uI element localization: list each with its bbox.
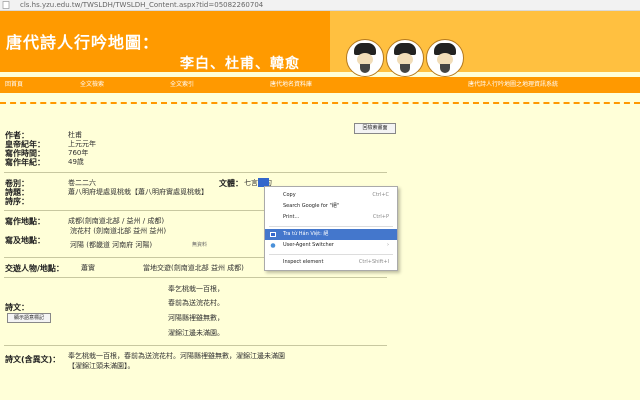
volume-label: 卷別： [5, 179, 29, 188]
preface-label: 詩序： [5, 197, 29, 206]
portrait-han-yu [426, 39, 464, 77]
back-to-search-button[interactable]: 回檢索畫面 [354, 123, 396, 134]
site-banner: 唐代詩人行吟地圖： 李白、杜甫、韓愈 [0, 11, 640, 77]
menu-item-inspect-element[interactable]: Inspect element Ctrl+Shift+I [265, 257, 397, 268]
poem-line: 濯錦江邊未滿園。 [168, 329, 224, 337]
separator [4, 277, 387, 278]
banner-subtitle: 李白、杜甫、韓愈 [180, 56, 300, 72]
menu-item-han-viet[interactable]: Tra từ Hán Việt: 絕 [265, 229, 397, 240]
writing-place-value[interactable]: 成都(劍南道北部 / 益州 / 成都) [68, 217, 164, 226]
poem-line: 春前為送浣花村。 [168, 299, 224, 307]
author-label: 作者： [5, 131, 29, 140]
fulltext-label: 詩文(含異文)： [5, 355, 61, 364]
poem-line: 奉乞桃栽一百根， [168, 285, 224, 293]
mentioned-place-2[interactable]: 河陽 (都畿道 河南府 河陽) [70, 241, 152, 250]
title-label: 詩題： [5, 188, 29, 197]
main-nav: 回首頁 全文檢索 全文索引 唐代地名資料庫 唐代詩人行吟地圖之地理資訊系統 [0, 77, 640, 93]
globe-icon [270, 243, 276, 248]
poem-label: 詩文： [5, 303, 29, 312]
mentioned-place-note: 無資料 [192, 242, 208, 248]
mentioned-place-1[interactable]: 浣花村 (劍南道北部 益州 益州) [70, 227, 166, 236]
nav-fulltext-search[interactable]: 全文檢索 [80, 77, 104, 93]
menu-item-user-agent-switcher[interactable]: User-Agent Switcher › [265, 240, 397, 251]
era-label: 皇帝紀年： [5, 140, 45, 149]
nav-fulltext-index[interactable]: 全文索引 [170, 77, 194, 93]
writing-place-label: 寫作地點： [5, 217, 45, 226]
era-value: 上元元年 [68, 140, 96, 148]
author-value: 杜甫 [68, 131, 82, 139]
mentioned-place-label: 寫及地點： [5, 236, 45, 245]
fulltext-line-1: 奉乞桃栽一百根，春前為送浣花村。河陽縣裡雖無數，濯錦江邊未滿園 [68, 352, 285, 360]
nav-home[interactable]: 回首頁 [5, 77, 23, 93]
fulltext-line-2: 【濯錦江頭未滿園】。 [68, 362, 135, 370]
contact-place[interactable]: 當地交遊(劍南道北部 益州 成都) [143, 264, 244, 273]
nav-placename-db[interactable]: 唐代地名資料庫 [270, 77, 312, 93]
contact-person[interactable]: 蕭實 [81, 264, 95, 273]
time-value: 760年 [68, 149, 89, 157]
portrait-li-bai [346, 39, 384, 77]
dashed-divider [0, 102, 640, 104]
banner-title: 唐代詩人行吟地圖： [6, 33, 160, 52]
age-value: 49歲 [68, 158, 84, 166]
portrait-du-fu [386, 39, 424, 77]
menu-item-print[interactable]: Print... Ctrl+P [265, 212, 397, 223]
menu-item-search-google[interactable]: Search Google for "絕" [265, 201, 397, 212]
nav-gis[interactable]: 唐代詩人行吟地圖之地理資訊系統 [468, 77, 558, 93]
menu-divider [269, 254, 393, 255]
extension-icon [270, 232, 276, 237]
contact-label: 交遊人物/地點： [5, 264, 64, 273]
volume-value: 卷二二六 [68, 179, 96, 187]
title-value: 蕭八明府堤處覓桃栽【蕭八明府實處覓桃栽】 [68, 188, 208, 196]
context-menu: Copy Ctrl+C Search Google for "絕" Print.… [264, 186, 398, 271]
separator [4, 172, 387, 173]
time-label: 寫作時間： [5, 149, 45, 158]
url-text[interactable]: cls.hs.yzu.edu.tw/TWSLDH/TWSLDH_Content.… [20, 0, 263, 10]
form-label: 文體： [219, 179, 243, 188]
submenu-arrow-icon: › [387, 242, 389, 248]
menu-divider [269, 226, 393, 227]
separator [4, 345, 387, 346]
page-icon [2, 1, 10, 9]
age-label: 寫作年紀： [5, 158, 45, 167]
address-bar[interactable]: cls.hs.yzu.edu.tw/TWSLDH/TWSLDH_Content.… [0, 0, 640, 11]
poem-line: 河陽縣裡雖無數， [168, 314, 224, 322]
show-semantic-tags-button[interactable]: 顯示語意標記 [7, 313, 51, 323]
menu-item-copy[interactable]: Copy Ctrl+C [265, 190, 397, 201]
